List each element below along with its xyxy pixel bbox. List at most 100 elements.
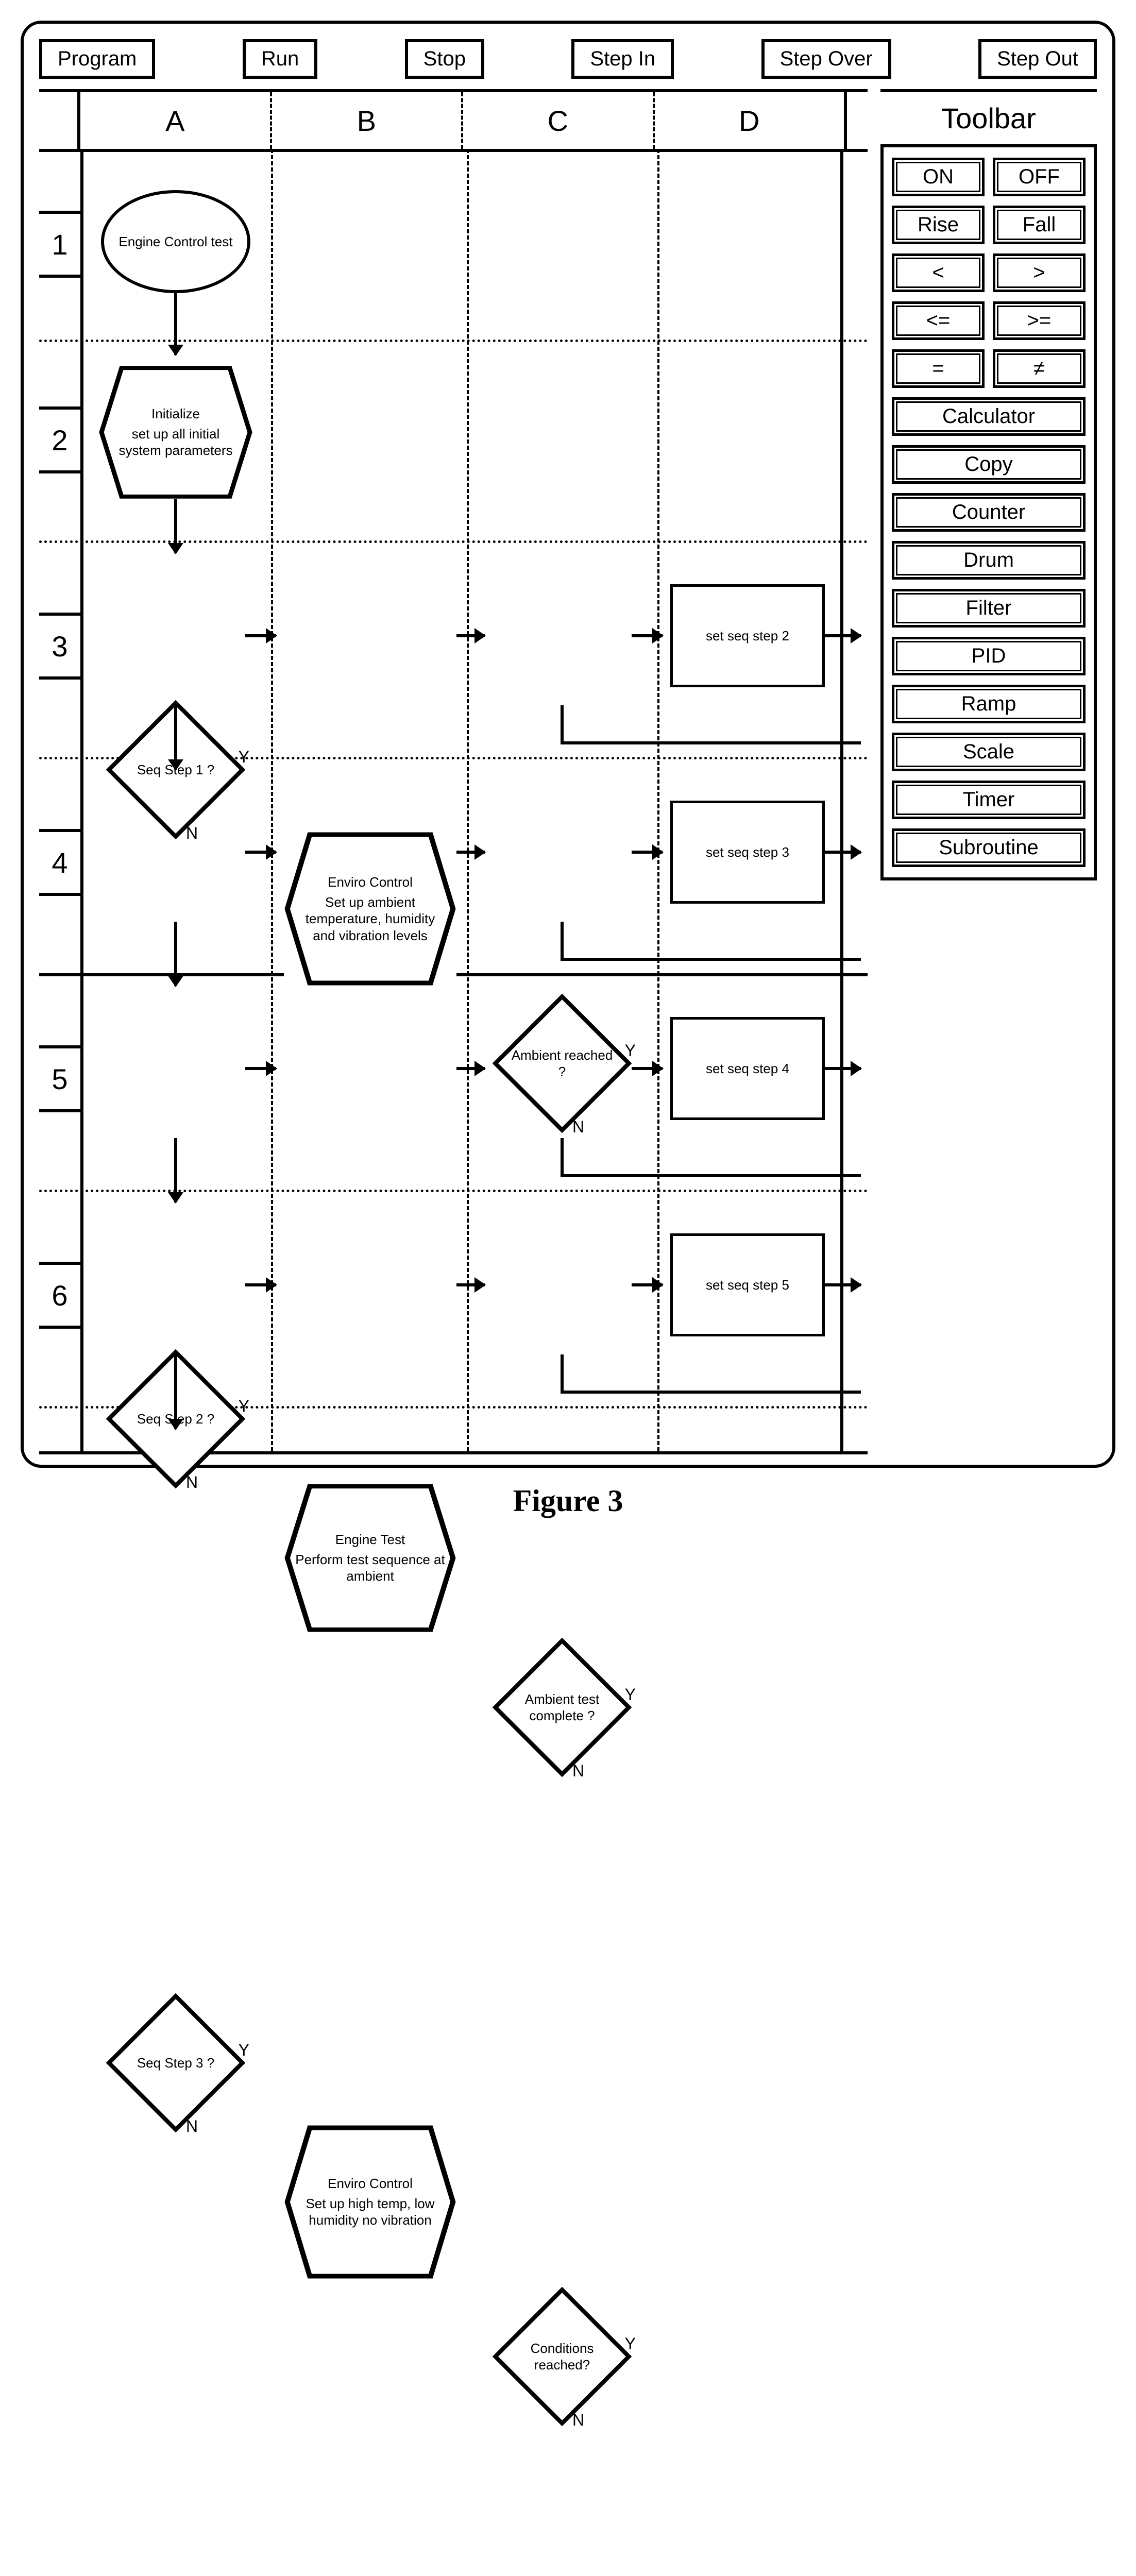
ambient-reached-decision[interactable]: Ambient reached ? Y N xyxy=(493,994,632,1133)
arrow-c3-d3 xyxy=(632,634,663,637)
tool-ramp[interactable]: Ramp xyxy=(892,685,1086,723)
col-header-c: C xyxy=(463,92,655,149)
tool-off[interactable]: OFF xyxy=(993,158,1086,196)
step-over-button[interactable]: Step Over xyxy=(761,39,891,79)
n-label: N xyxy=(186,1472,198,1493)
engine-test1-title: Engine Test xyxy=(294,1531,446,1548)
arrow-c5-d5 xyxy=(632,1067,663,1070)
loop-c6-v xyxy=(561,1354,564,1391)
set-seq-3-text: set seq step 3 xyxy=(706,844,789,861)
set-seq-2-text: set seq step 2 xyxy=(706,628,789,645)
row-label-1: 1 xyxy=(39,211,80,278)
enviro-control-2[interactable]: Enviro Control Set up high temp, low hum… xyxy=(284,2125,456,2279)
tool-eq[interactable]: = xyxy=(892,349,985,388)
tool-timer[interactable]: Timer xyxy=(892,781,1086,819)
loop-c6-h xyxy=(561,1391,861,1394)
set-seq-5[interactable]: set seq step 5 xyxy=(670,1233,825,1336)
stop-button[interactable]: Stop xyxy=(405,39,484,79)
tool-subroutine[interactable]: Subroutine xyxy=(892,828,1086,867)
loop-c4-v xyxy=(561,922,564,958)
engine-test-1[interactable]: Engine Test Perform test sequence at amb… xyxy=(284,1483,456,1633)
tool-drum[interactable]: Drum xyxy=(892,541,1086,580)
initialize-text: set up all initial system parameters xyxy=(118,426,232,459)
arrow-b5-c5 xyxy=(456,1067,485,1070)
program-button[interactable]: Program xyxy=(39,39,155,79)
tool-scale[interactable]: Scale xyxy=(892,733,1086,771)
tool-gte[interactable]: >= xyxy=(993,301,1086,340)
enviro1-text: Set up ambient temperature, humidity and… xyxy=(306,894,435,943)
arrow-b3-c3 xyxy=(456,634,485,637)
loop-c3-v xyxy=(561,705,564,741)
seq-step2-text: Seq Step 2 ? xyxy=(122,1411,230,1428)
step-out-button[interactable]: Step Out xyxy=(978,39,1097,79)
enviro2-text: Set up high temp, low humidity no vibrat… xyxy=(306,2196,434,2228)
seq-step3-text: Seq Step 3 ? xyxy=(122,2055,230,2072)
arrow-a3-b3 xyxy=(245,634,276,637)
tool-calculator[interactable]: Calculator xyxy=(892,397,1086,436)
ambient-test-complete-text: Ambient test complete ? xyxy=(493,1691,632,1724)
figure-caption: Figure 3 xyxy=(21,1483,1115,1519)
row-label-4: 4 xyxy=(39,829,80,896)
tool-rise[interactable]: Rise xyxy=(892,206,985,244)
conditions-reached-decision[interactable]: Conditions reached? Y N xyxy=(493,2287,632,2426)
y-label: Y xyxy=(239,747,249,767)
col-header-d: D xyxy=(655,92,847,149)
start-node-label: Engine Control test xyxy=(118,233,232,250)
n-label: N xyxy=(186,823,198,843)
row-label-2: 2 xyxy=(39,406,80,473)
row-label-5: 5 xyxy=(39,1045,80,1112)
set-seq-4[interactable]: set seq step 4 xyxy=(670,1017,825,1120)
enviro1-title: Enviro Control xyxy=(294,874,446,891)
initialize-node[interactable]: Initialize set up all initial system par… xyxy=(98,365,253,499)
y-label: Y xyxy=(239,1396,249,1416)
loop-c4-h xyxy=(561,958,861,961)
tool-gt[interactable]: > xyxy=(993,253,1086,292)
n-label: N xyxy=(572,1116,584,1137)
arrow-a6-b6 xyxy=(245,1283,276,1286)
tool-counter[interactable]: Counter xyxy=(892,493,1086,532)
tool-fall[interactable]: Fall xyxy=(993,206,1086,244)
tool-lt[interactable]: < xyxy=(892,253,985,292)
menu-bar: Program Run Stop Step In Step Over Step … xyxy=(39,39,1097,79)
toolbar-panel: Toolbar ON OFF Rise Fall < > < xyxy=(880,89,1097,1454)
arrow-b4-c4 xyxy=(456,851,485,854)
arrow-c6-d6 xyxy=(632,1283,663,1286)
tool-copy[interactable]: Copy xyxy=(892,445,1086,484)
ambient-test-complete-decision[interactable]: Ambient test complete ? Y N xyxy=(493,1638,632,1777)
set-seq-2[interactable]: set seq step 2 xyxy=(670,584,825,687)
y-label: Y xyxy=(239,2040,249,2060)
tool-on[interactable]: ON xyxy=(892,158,985,196)
tool-filter[interactable]: Filter xyxy=(892,589,1086,628)
tool-lte[interactable]: <= xyxy=(892,301,985,340)
tool-neq[interactable]: ≠ xyxy=(993,349,1086,388)
arrow-a1-a2 xyxy=(174,293,177,355)
arrow-d5-out xyxy=(825,1067,861,1070)
arrow-a5-b5 xyxy=(245,1067,276,1070)
tool-pid[interactable]: PID xyxy=(892,637,1086,675)
start-node[interactable]: Engine Control test xyxy=(101,190,250,293)
seq-step1-text: Seq Step 1 ? xyxy=(122,761,230,778)
arrow-b6-c6 xyxy=(456,1283,485,1286)
loop-c5-v xyxy=(561,1138,564,1174)
app-frame: Program Run Stop Step In Step Over Step … xyxy=(21,21,1115,1468)
seq-step3-decision[interactable]: Seq Step 3 ? Y N xyxy=(106,1993,245,2132)
run-button[interactable]: Run xyxy=(243,39,317,79)
toolbar-title: Toolbar xyxy=(880,89,1097,147)
arrow-d3-out xyxy=(825,634,861,637)
set-seq-4-text: set seq step 4 xyxy=(706,1060,789,1077)
column-headers: A B C D xyxy=(39,92,868,149)
set-seq-3[interactable]: set seq step 3 xyxy=(670,801,825,904)
col-header-a: A xyxy=(80,92,272,149)
step-in-button[interactable]: Step In xyxy=(571,39,674,79)
arrow-a4-b4 xyxy=(245,851,276,854)
arrow-c4-d4 xyxy=(632,851,663,854)
loop-c3-h xyxy=(561,741,861,744)
ambient-reached-text: Ambient reached ? xyxy=(493,1047,632,1080)
n-label: N xyxy=(186,2116,198,2137)
arrow-a2-a3 xyxy=(174,499,177,553)
flowchart-grid: A B C D xyxy=(39,89,868,1454)
enviro-control-1[interactable]: Enviro Control Set up ambient temperatur… xyxy=(284,832,456,986)
arrow-d6-out xyxy=(825,1283,861,1286)
arrow-a3-a4 xyxy=(174,705,177,770)
initialize-title: Initialize xyxy=(109,405,243,422)
